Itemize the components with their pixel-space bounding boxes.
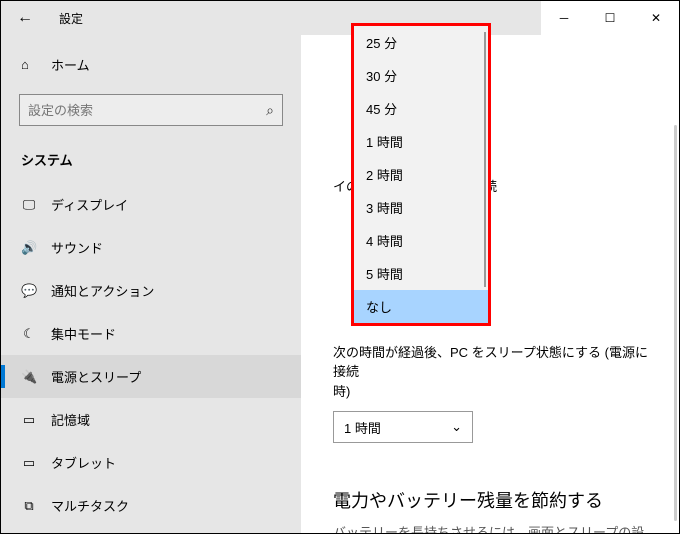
nav-label: 通知とアクション — [51, 281, 154, 300]
section-label: システム — [1, 144, 301, 183]
window-controls: ─ ☐ ✕ — [541, 1, 679, 35]
dropdown-option-selected[interactable]: なし — [354, 290, 488, 323]
home-icon: ⌂ — [21, 57, 37, 72]
nav-notifications[interactable]: 💬 通知とアクション — [1, 269, 301, 312]
dropdown-option[interactable]: 25 分 — [354, 26, 488, 59]
multitask-icon: ⧉ — [21, 498, 37, 514]
home-link[interactable]: ⌂ ホーム — [1, 47, 301, 82]
focus-icon: ☾ — [21, 326, 37, 342]
back-button[interactable]: ← — [1, 1, 49, 35]
tablet-icon: ▭ — [21, 455, 37, 471]
nav-power-sleep[interactable]: 🔌 電源とスリープ — [1, 355, 301, 398]
minimize-button[interactable]: ─ — [541, 1, 587, 35]
section-heading: 電力やバッテリー残量を節約する — [333, 487, 655, 513]
content-scrollbar[interactable] — [674, 125, 677, 521]
nav-label: ディスプレイ — [51, 195, 128, 214]
dropdown-option[interactable]: 5 時間 — [354, 257, 488, 290]
nav-display[interactable]: 🖵 ディスプレイ — [1, 183, 301, 226]
maximize-button[interactable]: ☐ — [587, 1, 633, 35]
window-title: 設定 — [59, 10, 83, 27]
sound-icon: 🔊 — [21, 240, 37, 256]
dropdown-option[interactable]: 3 時間 — [354, 191, 488, 224]
dropdown-scrollbar[interactable] — [484, 32, 486, 287]
search-box[interactable]: ⌕ — [19, 94, 283, 126]
nav-tablet[interactable]: ▭ タブレット — [1, 441, 301, 484]
dropdown-option[interactable]: 45 分 — [354, 92, 488, 125]
dropdown-option[interactable]: 30 分 — [354, 59, 488, 92]
search-icon: ⌕ — [266, 102, 274, 119]
time-dropdown-open[interactable]: 25 分 30 分 45 分 1 時間 2 時間 3 時間 4 時間 5 時間 … — [351, 23, 491, 326]
search-input[interactable] — [28, 103, 266, 118]
nav-label: サウンド — [51, 238, 103, 257]
sleep-time-select[interactable]: 1 時間 ⌄ — [333, 411, 473, 443]
nav-label: 記憶域 — [51, 410, 90, 429]
notifications-icon: 💬 — [21, 283, 37, 299]
power-icon: 🔌 — [21, 369, 37, 385]
nav-sound[interactable]: 🔊 サウンド — [1, 226, 301, 269]
chevron-down-icon: ⌄ — [451, 419, 462, 435]
nav-multitask[interactable]: ⧉ マルチタスク — [1, 484, 301, 527]
nav-storage[interactable]: ▭ 記憶域 — [1, 398, 301, 441]
storage-icon: ▭ — [21, 412, 37, 428]
title-bar: ← 設定 ─ ☐ ✕ — [1, 1, 679, 35]
display-icon: 🖵 — [21, 197, 37, 213]
sidebar: ⌂ ホーム ⌕ システム 🖵 ディスプレイ 🔊 サウンド 💬 通知とアクション … — [1, 35, 301, 533]
dropdown-option[interactable]: 2 時間 — [354, 158, 488, 191]
dropdown-option[interactable]: 4 時間 — [354, 224, 488, 257]
nav-label: マルチタスク — [51, 496, 129, 515]
nav-focus[interactable]: ☾ 集中モード — [1, 312, 301, 355]
select-value: 1 時間 — [344, 418, 381, 437]
close-button[interactable]: ✕ — [633, 1, 679, 35]
nav-label: 集中モード — [51, 324, 116, 343]
nav-label: 電源とスリープ — [51, 367, 141, 386]
home-label: ホーム — [51, 55, 90, 74]
sleep-text: 次の時間が経過後、PC をスリープ状態にする (電源に接続 時) — [333, 343, 655, 402]
section-subtext: バッテリーを長持ちさせるには、画面とスリープの設定で短い時間を選択します。 — [333, 523, 655, 533]
nav-label: タブレット — [51, 453, 116, 472]
dropdown-option[interactable]: 1 時間 — [354, 125, 488, 158]
